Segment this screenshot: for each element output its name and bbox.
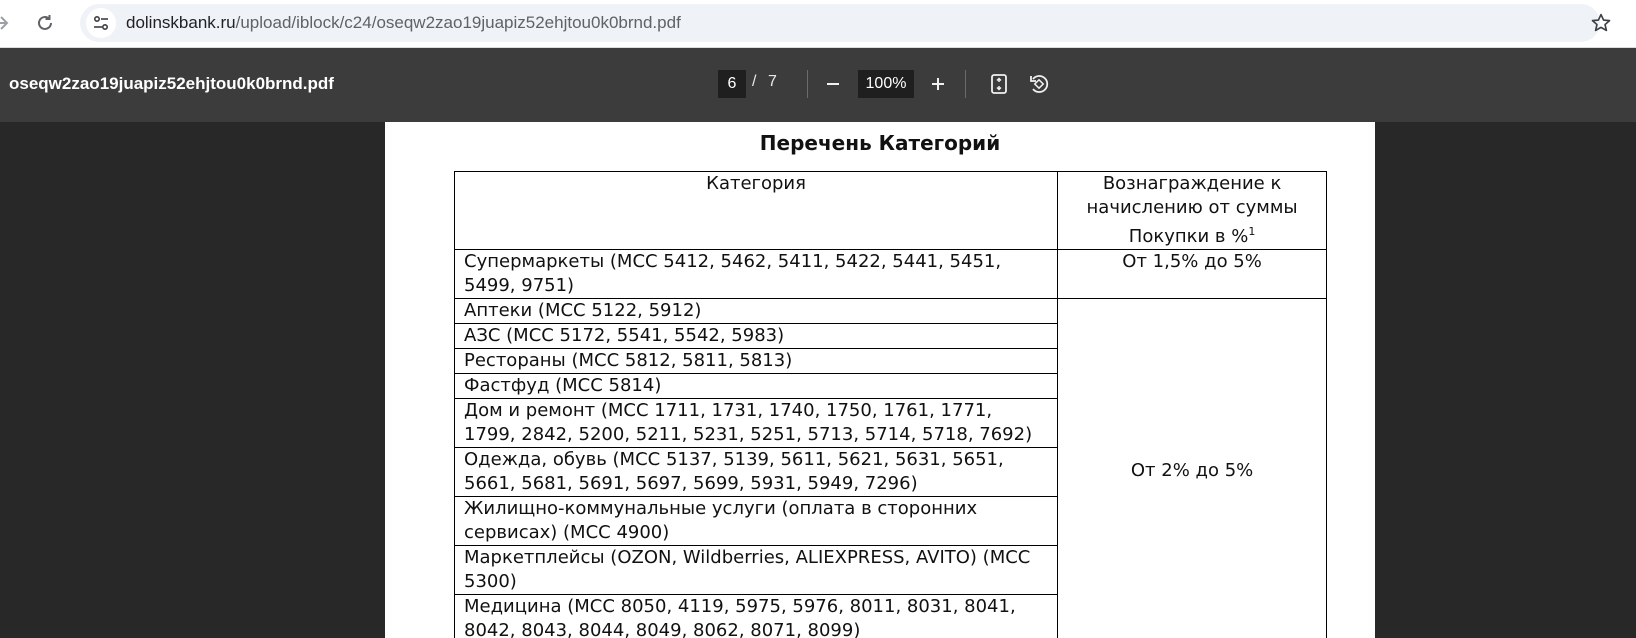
header-reward-text: Вознаграждение к начислению от суммы Пок…: [1086, 173, 1298, 247]
browser-toolbar: dolinskbank.ru/upload/iblock/c24/oseqw2z…: [0, 0, 1636, 48]
category-cell: Медицина (MCC 8050, 4119, 5975, 5976, 80…: [453, 594, 1059, 638]
minus-icon[interactable]: [817, 68, 849, 100]
category-cell: Супермаркеты (MCC 5412, 5462, 5411, 5422…: [453, 249, 1059, 299]
pdf-toolbar: oseqw2zao19juapiz52ehjtou0k0brnd.pdf 6 /…: [0, 48, 1636, 122]
pdf-viewport[interactable]: Перечень Категорий Категория Вознагражде…: [0, 122, 1636, 638]
category-cell: Рестораны (MCC 5812, 5811, 5813): [453, 348, 1059, 374]
pdf-filename: oseqw2zao19juapiz52ehjtou0k0brnd.pdf: [9, 74, 334, 93]
table-header-row: Категория Вознаграждение к начислению от…: [453, 171, 1327, 250]
page-number-input[interactable]: 6: [718, 70, 746, 98]
star-icon[interactable]: [1586, 8, 1616, 38]
header-category-text: Категория: [706, 173, 806, 194]
header-category: Категория: [453, 171, 1059, 250]
document-title: Перечень Категорий: [759, 131, 1001, 155]
header-reward-footnote: 1: [1248, 225, 1256, 238]
toolbar-divider: [965, 70, 966, 98]
address-bar[interactable]: dolinskbank.ru/upload/iblock/c24/oseqw2z…: [80, 4, 1600, 42]
categories-table: Категория Вознаграждение к начислению от…: [453, 171, 1327, 638]
plus-icon[interactable]: [922, 68, 954, 100]
page-total: 7: [768, 73, 777, 90]
category-cell: Аптеки (MCC 5122, 5912): [453, 298, 1059, 324]
reload-icon[interactable]: [30, 8, 60, 38]
fit-page-icon[interactable]: [983, 68, 1015, 100]
table-row: Аптеки (MCC 5122, 5912) От 2% до 5%: [453, 298, 1327, 638]
category-cell: Жилищно-коммунальные услуги (оплата в ст…: [453, 496, 1059, 546]
tune-icon[interactable]: [86, 8, 116, 38]
pdf-page: Перечень Категорий Категория Вознагражде…: [385, 122, 1375, 638]
category-cell: Дом и ремонт (MCC 1711, 1731, 1740, 1750…: [453, 398, 1059, 448]
group-reward-cell: От 2% до 5%: [1057, 298, 1327, 638]
url-text[interactable]: dolinskbank.ru/upload/iblock/c24/oseqw2z…: [126, 13, 681, 33]
toolbar-divider: [807, 70, 808, 98]
category-cell: АЗС (MCC 5172, 5541, 5542, 5983): [453, 323, 1059, 349]
rotate-icon[interactable]: [1023, 68, 1055, 100]
reward-cell: От 1,5% до 5%: [1057, 249, 1327, 299]
arrow-forward-icon[interactable]: [0, 8, 16, 38]
page-separator: /: [752, 73, 757, 90]
zoom-input[interactable]: 100%: [858, 70, 914, 98]
category-cell: Одежда, обувь (MCC 5137, 5139, 5611, 562…: [453, 447, 1059, 497]
category-cell: Фастфуд (MCC 5814): [453, 373, 1059, 399]
category-cell: Маркетплейсы (OZON, Wildberries, ALIEXPR…: [453, 545, 1059, 595]
url-path: /upload/iblock/c24/oseqw2zao19juapiz52eh…: [235, 13, 681, 32]
header-reward: Вознаграждение к начислению от суммы Пок…: [1057, 171, 1327, 250]
table-row: Супермаркеты (MCC 5412, 5462, 5411, 5422…: [453, 249, 1327, 299]
url-host: dolinskbank.ru: [126, 13, 236, 32]
